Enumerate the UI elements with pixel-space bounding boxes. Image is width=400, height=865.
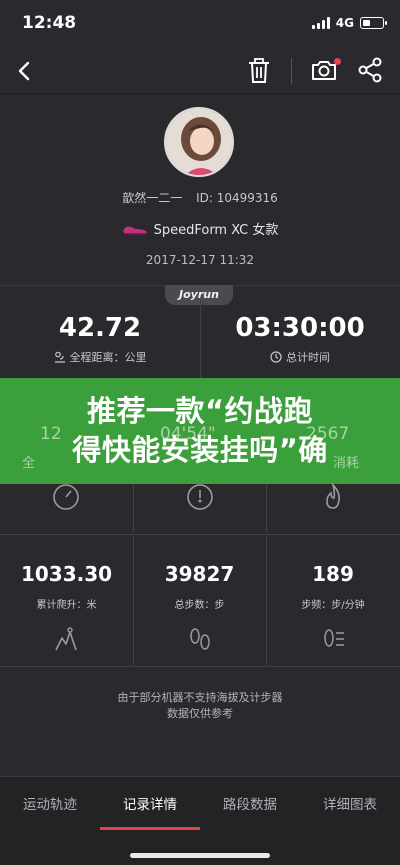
shoe-name: SpeedForm XC 女款 [153,223,279,238]
distance-value: 42.72 [58,313,142,343]
footnote-divider [0,666,400,667]
time-label-row: 总计时间 [200,349,400,365]
notification-dot [334,58,341,65]
pace-gauge-icon [187,484,213,510]
chevron-left-icon[interactable] [10,56,40,86]
footnote: 由于部分机器不支持海拔及计步器 数据仅供参考 [0,690,400,722]
brand-tab: Joyrun [165,285,233,305]
toolbar-divider [291,58,292,84]
climb-stat: 1033.30 累计爬升：米 [0,562,133,611]
bottom-tab-bar: 运动轨迹 记录详情 路段数据 详细图表 [0,776,400,865]
time-stat: 03:30:00 总计时间 [200,313,400,365]
home-indicator[interactable] [130,853,270,858]
time-value: 03:30:00 [235,313,365,343]
grid-divider [0,534,400,535]
footnote-line-2: 数据仅供参考 [167,707,233,720]
icon-row-divider-2 [266,484,267,532]
tab-record-details[interactable]: 记录详情 [100,793,200,813]
trash-icon[interactable] [246,57,272,85]
tab-detail-charts[interactable]: 详细图表 [300,793,400,813]
promo-line-2: 得快能安装挂吗”确 [72,433,328,467]
step-frequency-icon [324,629,344,647]
icon-row-divider-1 [133,484,134,532]
user-id: ID: 10499316 [196,191,278,205]
avatar-image [166,109,232,175]
shoe-icon [122,226,147,234]
climb-value: 1033.30 [20,562,113,586]
cadence-label: 步频：步/分钟 [301,600,365,611]
network-type: 4G [335,16,354,30]
route-icon [54,351,65,363]
battery-level [362,19,370,26]
promo-banner[interactable]: 12 04'54" 2567 全 消耗 推荐一款“约战跑 得快能安装挂吗”确 [0,378,400,484]
shoe-info[interactable]: SpeedForm XC 女款 [0,219,400,238]
status-indicators: 4G [311,16,387,30]
toolbar [0,48,400,94]
user-info: 歆然一二一 ID: 10499316 [0,189,400,206]
record-date: 2017-12-17 11:32 [145,253,255,267]
steps-stat: 39827 总步数：步 [133,562,266,611]
avatar[interactable] [164,107,234,177]
battery-icon [360,17,387,29]
username: 歆然一二一 [122,191,183,205]
profile-section: 歆然一二一 ID: 10499316 SpeedForm XC 女款 2017-… [0,95,400,285]
speedometer-icon [53,484,79,510]
climb-label: 累计爬升：米 [36,600,97,611]
promo-line-1: 推荐一款“约战跑 [86,394,314,428]
climb-icon [55,627,77,651]
distance-label-row: 全程距离：公里 [0,349,200,365]
steps-label: 总步数：步 [174,600,225,611]
time-label: 总计时间 [286,351,330,364]
cadence-stat: 189 步频：步/分钟 [266,562,400,611]
distance-stat: 42.72 全程距离：公里 [0,313,200,365]
promo-headline: 推荐一款“约战跑 得快能安装挂吗”确 [0,392,400,470]
tab-track[interactable]: 运动轨迹 [0,793,100,813]
share-icon[interactable] [356,56,384,84]
cadence-value: 189 [312,562,354,586]
clock-icon [270,351,282,363]
footprints-icon [190,628,210,650]
distance-label: 全程距离：公里 [69,351,147,364]
signal-icon [311,17,330,29]
active-tab-indicator [100,827,200,830]
status-time: 12:48 [22,13,77,33]
footnote-line-1: 由于部分机器不支持海拔及计步器 [117,691,283,704]
flame-icon [326,482,340,509]
tab-segment-data[interactable]: 路段数据 [200,793,300,813]
steps-value: 39827 [164,562,235,586]
status-bar: 12:48 4G [0,0,400,48]
